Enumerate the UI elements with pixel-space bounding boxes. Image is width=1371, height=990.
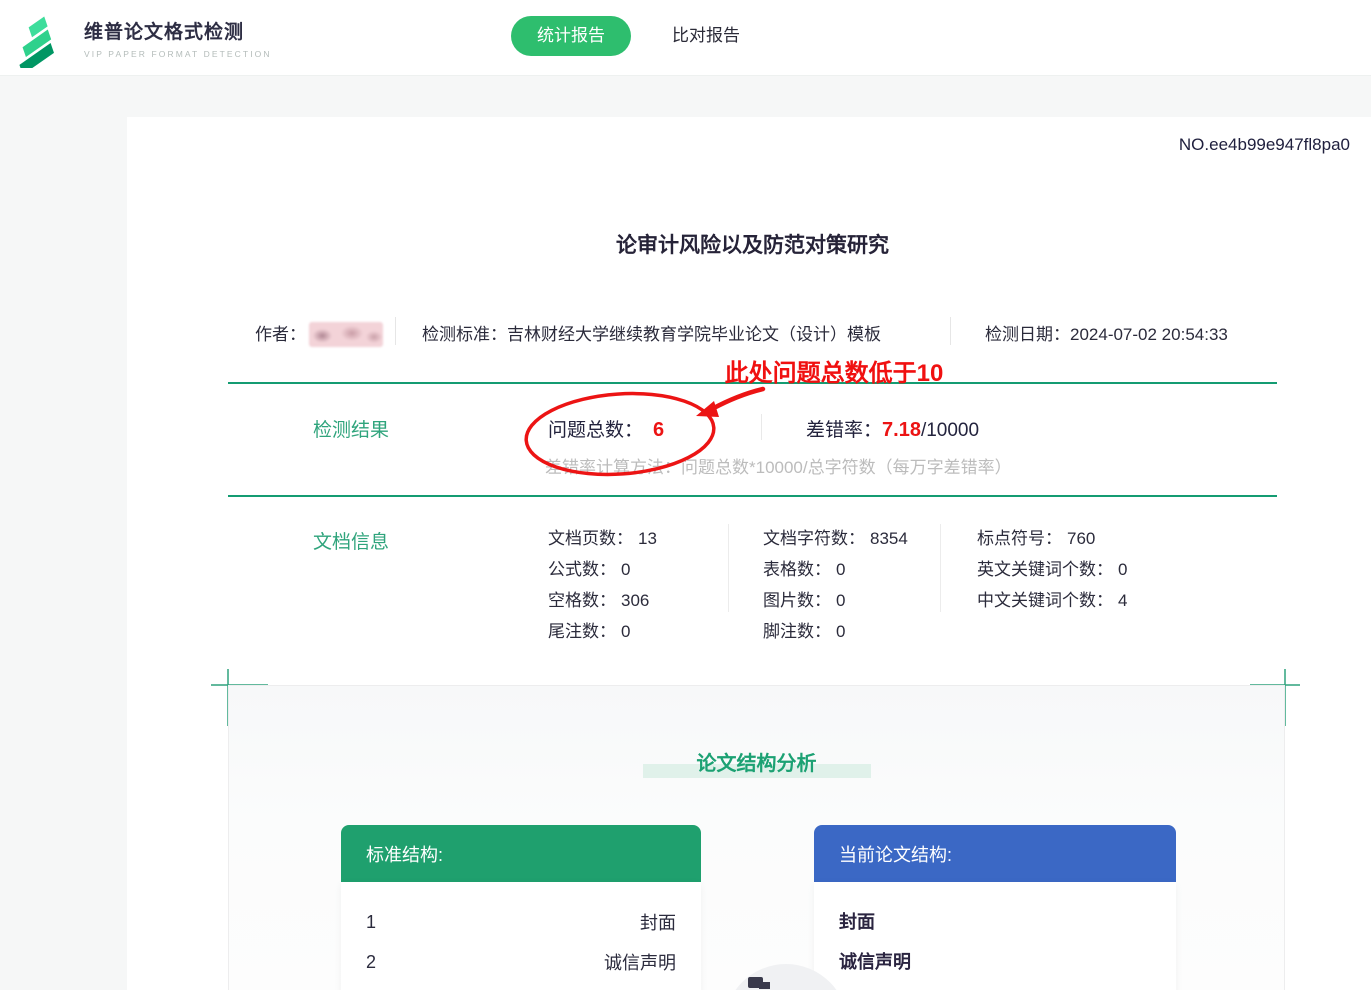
standard-value: 吉林财经大学继续教育学院毕业论文（设计）模板 — [507, 325, 881, 344]
current-structure-card: 当前论文结构: 封面 诚信声明 — [814, 825, 1176, 990]
docinfo-divider — [728, 524, 729, 612]
doc-stat: 脚注数：0 — [763, 616, 908, 647]
standard-label: 检测标准： — [422, 325, 507, 344]
structure-row-number: 2 — [366, 952, 376, 973]
issues-total: 问题总数： 6 — [548, 415, 664, 442]
structure-row-label: 诚信声明 — [604, 949, 676, 975]
structure-analysis-page: 论文结构分析 标准结构: 1 封面 2 诚信声明 当前论文结构: 封面 诚信声明 — [228, 685, 1285, 990]
doc-stat: 尾注数：0 — [548, 616, 657, 647]
tab-comparison-report[interactable]: 比对报告 — [672, 16, 740, 56]
meta-divider — [950, 317, 951, 345]
doc-stat: 英文关键词个数：0 — [977, 554, 1127, 585]
tab-statistics-report[interactable]: 统计报告 — [511, 16, 631, 56]
rate-formula-note: 差错率计算方法：问题总数*10000/总字符数（每万字差错率） — [545, 453, 1012, 478]
structure-analysis-title: 论文结构分析 — [229, 747, 1284, 776]
standard-structure-body: 1 封面 2 诚信声明 — [341, 882, 701, 990]
date-value: 2024-07-02 20:54:33 — [1070, 325, 1228, 344]
current-structure-body: 封面 诚信声明 — [814, 882, 1176, 990]
report-number: NO.ee4b99e947fl8pa0 — [1179, 135, 1350, 155]
issues-value: 6 — [653, 419, 664, 441]
issues-label: 问题总数： — [548, 420, 643, 441]
doc-stat: 空格数：306 — [548, 585, 657, 616]
docinfo-section-label: 文档信息 — [313, 527, 389, 554]
results-section-label: 检测结果 — [313, 415, 389, 442]
author-field: 作者： — [255, 320, 383, 347]
docinfo-column-3: 标点符号：760 英文关键词个数：0 中文关键词个数：4 — [977, 523, 1127, 616]
date-field: 检测日期：2024-07-02 20:54:33 — [985, 320, 1228, 345]
author-label: 作者： — [255, 325, 306, 344]
brand-block: 维普论文格式检测 VIP PAPER FORMAT DETECTION — [84, 17, 272, 59]
report-card: NO.ee4b99e947fl8pa0 论审计风险以及防范对策研究 作者： 检测… — [127, 117, 1371, 990]
app-header: 维普论文格式检测 VIP PAPER FORMAT DETECTION 统计报告… — [0, 0, 1371, 76]
structure-row: 诚信声明 — [839, 942, 1151, 982]
date-label: 检测日期： — [985, 325, 1070, 344]
error-rate: 差错率：7.18/10000 — [806, 415, 979, 442]
meta-divider — [395, 317, 396, 345]
structure-row-label: 封面 — [640, 909, 676, 935]
paper-title: 论审计风险以及防范对策研究 — [228, 229, 1277, 259]
doc-stat: 表格数：0 — [763, 554, 908, 585]
compare-badge-icon — [748, 977, 763, 988]
vip-stripes-logo-icon — [16, 6, 74, 68]
docinfo-column-1: 文档页数：13 公式数：0 空格数：306 尾注数：0 — [548, 523, 657, 647]
doc-stat: 中文关键词个数：4 — [977, 585, 1127, 616]
results-divider — [761, 414, 762, 440]
standard-structure-header: 标准结构: — [341, 825, 701, 882]
standard-structure-card: 标准结构: 1 封面 2 诚信声明 — [341, 825, 701, 990]
author-redaction-mask — [309, 322, 383, 347]
doc-stat: 文档页数：13 — [548, 523, 657, 554]
doc-stat: 标点符号：760 — [977, 523, 1127, 554]
docinfo-divider — [940, 524, 941, 612]
annotation-note: 此处问题总数低于10 — [650, 353, 1018, 388]
rate-label: 差错率： — [806, 420, 882, 441]
structure-row: 1 封面 — [366, 902, 676, 942]
doc-stat: 文档字符数：8354 — [763, 523, 908, 554]
meta-row: 作者： 检测标准：吉林财经大学继续教育学院毕业论文（设计）模板 检测日期：202… — [228, 314, 1277, 350]
structure-row: 2 诚信声明 — [366, 942, 676, 982]
document-info-section: 文档信息 文档页数：13 公式数：0 空格数：306 尾注数：0 文档字符数：8… — [228, 510, 1277, 665]
rate-value: 7.18 — [882, 419, 921, 441]
brand-subtitle: VIP PAPER FORMAT DETECTION — [84, 49, 272, 59]
rate-denominator: /10000 — [921, 420, 979, 441]
standard-field: 检测标准：吉林财经大学继续教育学院毕业论文（设计）模板 — [422, 320, 881, 345]
detection-results-section: 检测结果 问题总数： 6 差错率：7.18/10000 差错率计算方法：问题总数*… — [228, 382, 1277, 497]
doc-stat: 公式数：0 — [548, 554, 657, 585]
doc-stat: 图片数：0 — [763, 585, 908, 616]
current-structure-header: 当前论文结构: — [814, 825, 1176, 882]
structure-row-number: 1 — [366, 912, 376, 933]
docinfo-column-2: 文档字符数：8354 表格数：0 图片数：0 脚注数：0 — [763, 523, 908, 647]
structure-row: 封面 — [839, 902, 1151, 942]
brand-title: 维普论文格式检测 — [84, 17, 272, 44]
